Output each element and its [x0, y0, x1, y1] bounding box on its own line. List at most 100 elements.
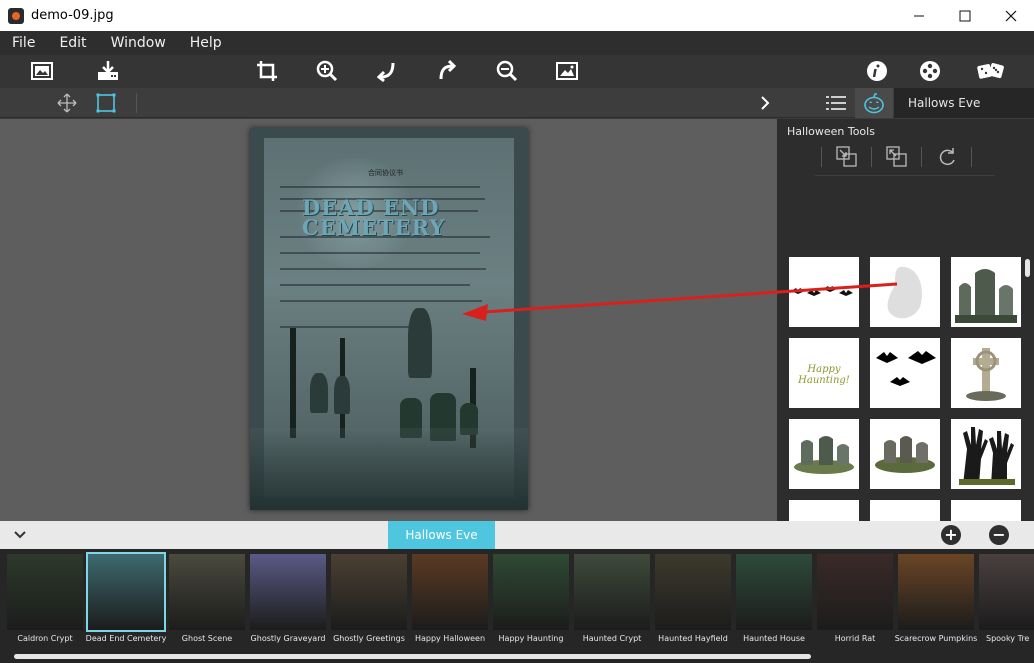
fit-image-icon: [556, 62, 578, 80]
halloween-tools-panel: Halloween Tools Happy Haunting!: [777, 119, 1034, 521]
template-item[interactable]: Ghost Scene: [168, 554, 246, 654]
template-thumbnail: [898, 554, 974, 630]
menu-help[interactable]: Help: [178, 35, 234, 51]
menu-edit[interactable]: Edit: [47, 35, 98, 51]
template-label: Haunted Hayfield: [658, 634, 728, 643]
template-label: Horrid Rat: [834, 634, 876, 643]
app-window: demo-09.jpg File Edit Window Help Hallow…: [0, 0, 1034, 663]
sticker-bats[interactable]: [870, 338, 940, 408]
bring-forward-icon: [836, 146, 857, 167]
chevron-down-icon: [14, 531, 26, 539]
info-button[interactable]: [864, 59, 890, 83]
minimize-icon: [914, 15, 924, 16]
template-item[interactable]: Spooky Tre: [978, 554, 1034, 654]
panel-divider: [815, 175, 995, 176]
sticker-celtic-cross[interactable]: [951, 338, 1021, 408]
list-icon: [826, 96, 846, 110]
sticker-partial[interactable]: [951, 500, 1021, 521]
template-item[interactable]: Happy Halloween: [411, 554, 489, 654]
film-reel-icon: [920, 61, 940, 81]
add-template-button[interactable]: +: [941, 525, 961, 545]
tab-halloween[interactable]: [855, 88, 893, 118]
sticker-partial[interactable]: [870, 500, 940, 521]
sticker-bats-line[interactable]: [789, 257, 859, 327]
fog-overlay: [250, 428, 528, 510]
template-thumbnail: [169, 554, 245, 630]
tab-hallows-eve[interactable]: Hallows Eve: [388, 521, 495, 549]
fit-image-button[interactable]: [554, 59, 580, 83]
close-button[interactable]: [988, 0, 1034, 31]
select-rect-tool-button[interactable]: [95, 92, 117, 114]
graves-icon: [875, 436, 935, 473]
maximize-button[interactable]: [942, 0, 988, 31]
ghost-child-figure: [334, 376, 350, 414]
template-label: Ghostly Graveyard: [250, 634, 326, 643]
menu-window[interactable]: Window: [99, 35, 178, 51]
template-item[interactable]: Haunted Hayfield: [654, 554, 732, 654]
tool-separator: [971, 147, 972, 167]
info-icon: [867, 61, 887, 81]
zombie-hands-icon: [959, 427, 1015, 485]
menu-file[interactable]: File: [0, 35, 47, 51]
document-line: [280, 300, 482, 302]
template-thumbnail: [7, 554, 83, 630]
sticker-happy-haunting-text[interactable]: Happy Haunting!: [789, 338, 859, 408]
edited-photo[interactable]: 合同协议书 DEAD END CEMETERY: [250, 128, 528, 510]
save-icon: [98, 61, 118, 80]
dice-button[interactable]: [976, 59, 1006, 83]
template-strip: Caldron Crypt Dead End Cemetery Ghost Sc…: [0, 549, 1034, 663]
document-line: [280, 186, 480, 188]
template-thumbnail: [412, 554, 488, 630]
expand-panel-button[interactable]: [754, 92, 776, 114]
rotate-button[interactable]: [935, 145, 959, 169]
template-item[interactable]: Ghostly Greetings: [330, 554, 408, 654]
celtic-cross-icon: [966, 348, 1006, 401]
zoom-in-icon: [316, 60, 338, 82]
dice-icon: [977, 63, 1004, 79]
sticker-graves-2[interactable]: [870, 419, 940, 489]
document-line: [280, 268, 486, 270]
template-thumbnail: [817, 554, 893, 630]
open-image-icon: [31, 62, 53, 80]
sticker-tombstones[interactable]: [951, 257, 1021, 327]
template-item[interactable]: Scarecrow Pumpkins: [895, 554, 977, 654]
template-item[interactable]: Haunted House: [735, 554, 813, 654]
template-item[interactable]: Haunted Crypt: [573, 554, 651, 654]
close-icon: [1005, 10, 1017, 21]
minimize-button[interactable]: [896, 0, 942, 31]
save-button[interactable]: [95, 59, 121, 83]
template-label: Haunted House: [743, 634, 805, 643]
menu-bar: File Edit Window Help: [0, 31, 1034, 55]
remove-template-button[interactable]: −: [989, 525, 1009, 545]
template-item[interactable]: Happy Haunting: [492, 554, 570, 654]
open-image-button[interactable]: [29, 59, 55, 83]
template-item[interactable]: Horrid Rat: [816, 554, 894, 654]
select-rect-icon: [96, 93, 116, 113]
crop-button[interactable]: [254, 59, 280, 83]
redo-button[interactable]: [434, 59, 460, 83]
panel-title: Hallows Eve: [894, 88, 1034, 118]
template-item[interactable]: Caldron Crypt: [6, 554, 84, 654]
send-backward-button[interactable]: [885, 145, 909, 169]
collapse-strip-button[interactable]: [10, 526, 30, 544]
tool-separator: [921, 147, 922, 167]
bring-forward-button[interactable]: [835, 145, 859, 169]
panel-scrollbar[interactable]: [1025, 259, 1030, 277]
zoom-in-button[interactable]: [314, 59, 340, 83]
zoom-out-icon: [496, 60, 518, 82]
image-canvas[interactable]: 合同协议书 DEAD END CEMETERY: [0, 119, 777, 521]
film-reel-button[interactable]: [917, 59, 943, 83]
zoom-out-button[interactable]: [494, 59, 520, 83]
tab-list-view[interactable]: [818, 88, 854, 118]
sticker-zombie-hands[interactable]: [951, 419, 1021, 489]
sticker-ghost[interactable]: [870, 257, 940, 327]
sticker-partial[interactable]: [789, 500, 859, 521]
move-tool-button[interactable]: [56, 92, 78, 114]
strip-scrollbar[interactable]: [14, 654, 811, 659]
template-item[interactable]: Ghostly Graveyard: [249, 554, 327, 654]
tool-separator: [871, 147, 872, 167]
template-item-selected[interactable]: Dead End Cemetery: [86, 552, 166, 654]
sticker-graves-1[interactable]: [789, 419, 859, 489]
undo-button[interactable]: [374, 59, 400, 83]
app-logo-icon: [8, 7, 24, 24]
